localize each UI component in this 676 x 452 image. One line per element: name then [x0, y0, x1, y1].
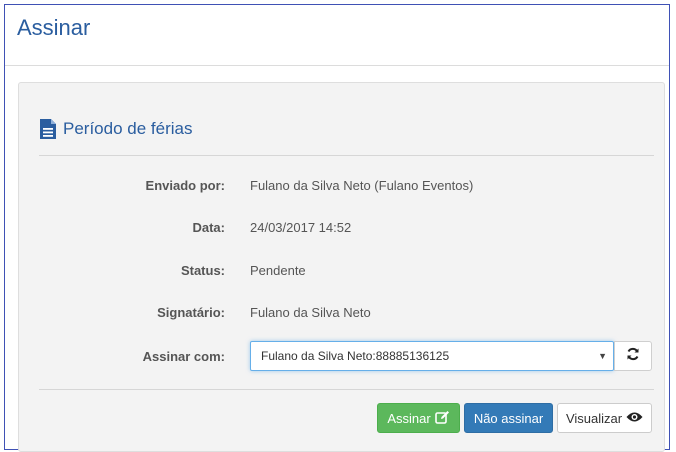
eye-icon: [626, 411, 643, 426]
document-panel: Período de férias Enviado por: Fulano da…: [18, 82, 665, 452]
divider-top: [39, 155, 654, 156]
signer-value: Fulano da Silva Neto: [250, 304, 371, 320]
page-header: Assinar: [5, 5, 669, 66]
sign-button-label: Assinar: [387, 410, 431, 426]
status-label: Status:: [180, 262, 225, 278]
refresh-button[interactable]: [614, 341, 652, 371]
panel-title: Período de férias: [63, 119, 193, 138]
sent-by-label: Enviado por:: [145, 177, 225, 193]
document-icon: [39, 118, 57, 140]
panel-heading: Período de férias: [39, 113, 192, 145]
view-button-label: Visualizar: [565, 410, 623, 426]
status-row: Status: Pendente: [19, 259, 664, 281]
sent-by-row: Enviado por: Fulano da Silva Neto (Fulan…: [19, 174, 664, 196]
date-row: Data: 24/03/2017 14:52: [19, 216, 664, 238]
caret-down-icon: ▼: [598, 351, 607, 361]
sign-with-label: Assinar com:: [142, 348, 225, 364]
signer-row: Signatário: Fulano da Silva Neto: [19, 301, 664, 323]
signer-label: Signatário:: [157, 304, 225, 320]
sent-by-value: Fulano da Silva Neto (Fulano Eventos): [250, 177, 474, 193]
window-frame: Assinar Período de férias Enviado por: F…: [4, 4, 670, 452]
edit-icon: [434, 410, 450, 427]
page-title: Assinar: [17, 15, 91, 40]
dont-sign-button[interactable]: Não assinar: [464, 403, 553, 433]
refresh-icon: [626, 347, 640, 366]
date-value: 24/03/2017 14:52: [250, 219, 352, 235]
status-value: Pendente: [250, 262, 306, 278]
view-button[interactable]: Visualizar: [557, 403, 652, 433]
certificate-select-value: Fulano da Silva Neto:88885136125: [261, 349, 450, 363]
date-label: Data:: [192, 219, 225, 235]
certificate-select[interactable]: Fulano da Silva Neto:88885136125 ▼: [250, 341, 614, 371]
sign-button[interactable]: Assinar: [377, 403, 460, 433]
divider-bottom: [39, 389, 654, 390]
